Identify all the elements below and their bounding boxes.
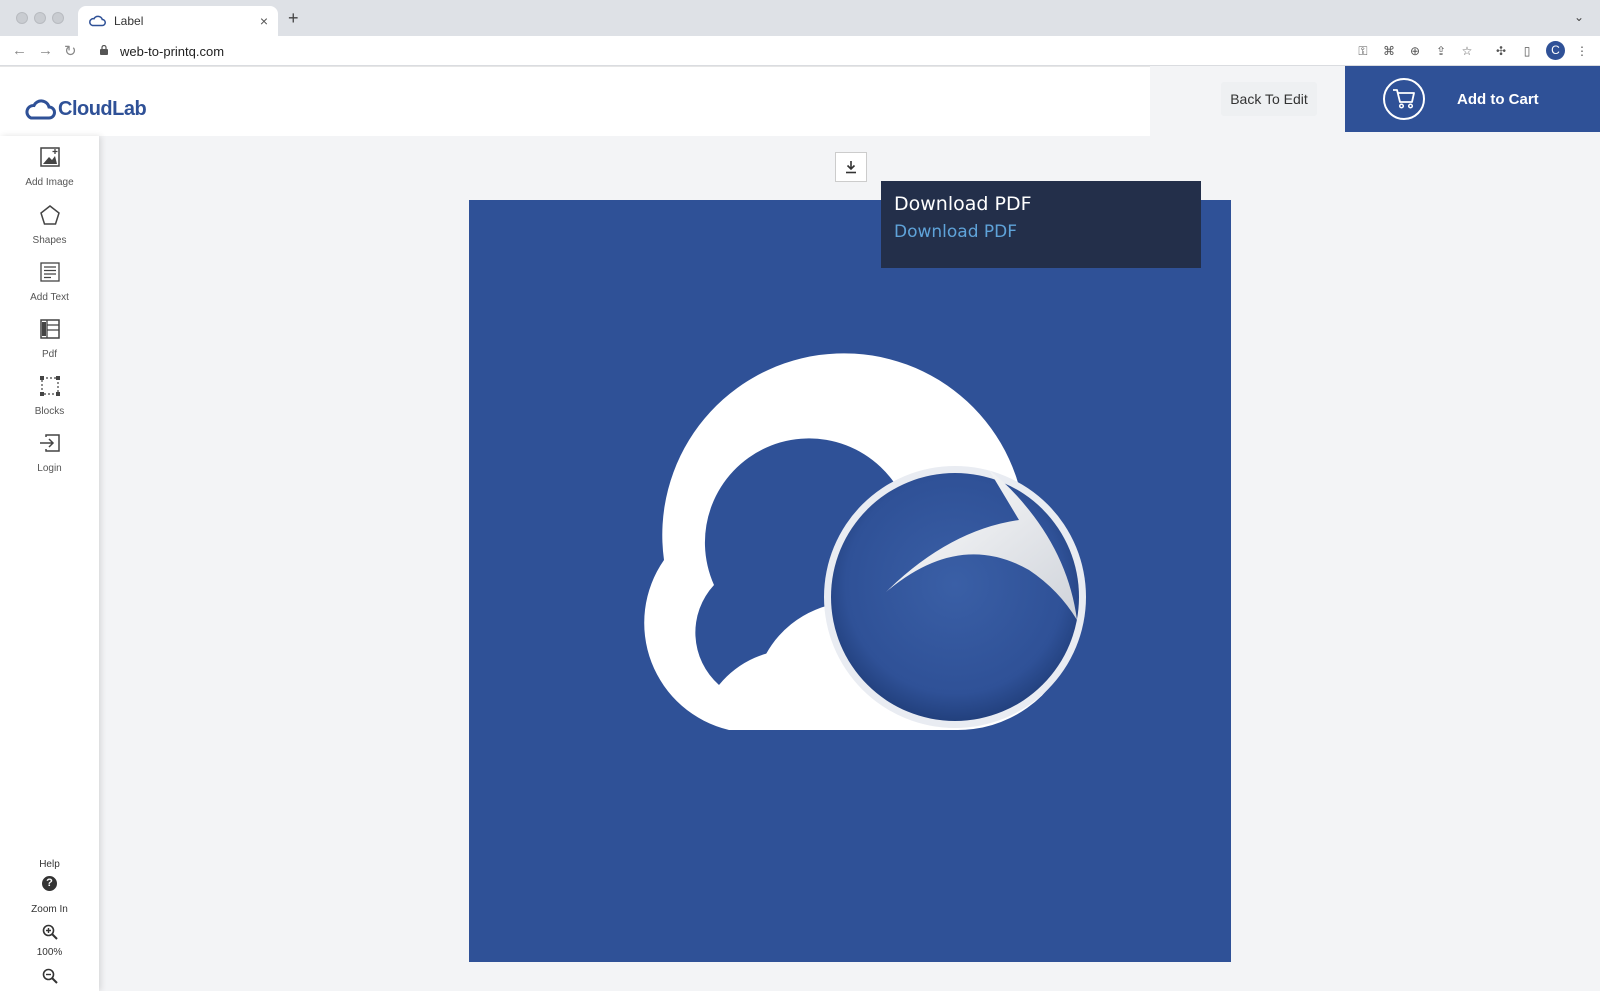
browser-toolbar: ← → ↻ web-to-printq.com ⚿ ⌘ ⊕ ⇪ ☆ ✣ ▯ C …	[0, 36, 1600, 66]
download-icon	[846, 161, 856, 174]
cloud-favicon-icon	[89, 15, 106, 27]
sidebar-item-pdf[interactable]: Pdf	[0, 318, 99, 362]
design-artboard[interactable]	[469, 200, 1231, 962]
tab-title: Label	[114, 14, 144, 28]
zoom-magnifier-icon[interactable]: ⊕	[1407, 43, 1423, 59]
side-panel-icon[interactable]: ▯	[1519, 43, 1535, 59]
reload-icon[interactable]: ↻	[64, 42, 77, 60]
blocks-icon	[39, 376, 60, 396]
profile-avatar[interactable]: C	[1546, 41, 1565, 60]
sidebar-item-login[interactable]: Login	[0, 432, 99, 476]
pdf-layout-icon	[39, 319, 60, 339]
sidebar-item-shapes[interactable]: Shapes	[0, 204, 99, 248]
translate-icon[interactable]: ⌘	[1381, 43, 1397, 59]
help-label: Help	[39, 859, 60, 870]
add-to-cart-button[interactable]: Add to Cart	[1345, 66, 1600, 132]
window-zoom-dot[interactable]	[52, 12, 64, 24]
app-header: CloudLab	[0, 66, 1150, 136]
extensions-puzzle-icon[interactable]: ✣	[1493, 43, 1509, 59]
key-icon[interactable]: ⚿	[1355, 43, 1371, 59]
window-minimize-dot[interactable]	[34, 12, 46, 24]
tab-close-icon[interactable]: ×	[260, 13, 268, 29]
tooltip-title: Download PDF	[894, 193, 1032, 215]
cloudlab-logo[interactable]: CloudLab	[24, 97, 147, 121]
download-button[interactable]	[835, 152, 867, 182]
download-pdf-link[interactable]: Download PDF	[894, 222, 1188, 242]
share-icon[interactable]: ⇪	[1433, 43, 1449, 59]
window-close-dot[interactable]	[16, 12, 28, 24]
sidebar-item-add-image[interactable]: Add Image	[0, 146, 99, 190]
cart-icon	[1383, 78, 1425, 120]
logo-text: CloudLab	[58, 97, 147, 120]
sidebar-item-label: Add Image	[25, 177, 74, 188]
login-icon	[39, 434, 60, 452]
add-image-icon	[39, 147, 60, 167]
zoom-in-icon[interactable]	[42, 924, 58, 940]
help-question-icon[interactable]: ?	[42, 876, 57, 891]
bookmark-star-icon[interactable]: ☆	[1459, 43, 1475, 59]
sidebar-item-label: Blocks	[34, 406, 65, 417]
lock-icon	[100, 45, 108, 55]
browser-tab-bar: Label × + ⌄	[0, 0, 1600, 36]
new-tab-icon[interactable]: +	[288, 8, 299, 29]
sidebar-item-add-text[interactable]: Add Text	[0, 261, 99, 305]
sidebar-item-label: Login	[37, 463, 62, 474]
add-to-cart-label: Add to Cart	[1457, 90, 1539, 108]
back-to-edit-button[interactable]: Back To Edit	[1221, 82, 1317, 116]
pentagon-icon	[39, 205, 60, 225]
sidebar-item-blocks[interactable]: Blocks	[0, 375, 99, 419]
address-bar-url[interactable]: web-to-printq.com	[120, 44, 224, 59]
download-pdf-tooltip: Download PDF Download PDF	[881, 181, 1201, 268]
zoom-out-icon[interactable]	[42, 968, 58, 984]
forward-arrow-icon[interactable]: →	[38, 42, 53, 59]
sidebar-item-label: Pdf	[41, 349, 57, 360]
zoom-level: 100%	[36, 947, 63, 958]
zoom-in-label: Zoom In	[31, 904, 68, 915]
text-frame-icon	[39, 262, 60, 282]
sidebar-item-label: Shapes	[32, 235, 67, 246]
tab-list-chevron-icon[interactable]: ⌄	[1574, 10, 1584, 24]
back-arrow-icon[interactable]: ←	[12, 42, 27, 59]
sidebar-item-label: Add Text	[30, 292, 69, 303]
cloud-lens-graphic	[644, 353, 1086, 731]
browser-tab[interactable]: Label ×	[78, 6, 278, 36]
browser-menu-icon[interactable]: ⋮	[1574, 43, 1590, 59]
cloud-logo-icon	[25, 99, 56, 120]
